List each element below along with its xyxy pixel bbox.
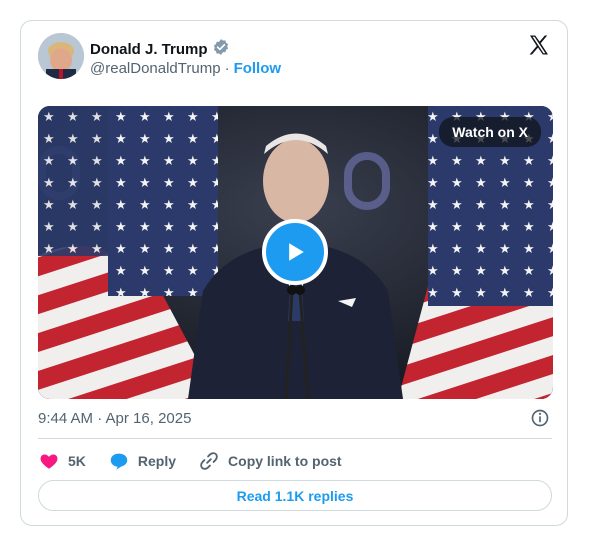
- like-button[interactable]: 5K: [38, 450, 86, 472]
- follow-button[interactable]: Follow: [234, 60, 282, 77]
- author-name[interactable]: Donald J. Trump: [90, 41, 208, 58]
- divider: [38, 438, 552, 439]
- separator-dot: ·: [224, 60, 230, 77]
- info-icon[interactable]: [530, 408, 550, 428]
- reply-icon: [110, 453, 128, 470]
- avatar[interactable]: [38, 33, 84, 79]
- copy-link-label: Copy link to post: [228, 453, 342, 469]
- x-logo-icon[interactable]: [527, 33, 551, 57]
- play-button[interactable]: [262, 219, 328, 285]
- play-icon: [289, 243, 304, 261]
- read-replies-button[interactable]: Read 1.1K replies: [38, 480, 552, 511]
- like-count: 5K: [68, 453, 86, 469]
- reply-button[interactable]: Reply: [108, 450, 176, 472]
- video-player[interactable]: ★: [38, 106, 553, 399]
- watch-on-x-button[interactable]: Watch on X: [439, 117, 541, 147]
- action-bar: 5K Reply Copy link to post: [38, 449, 364, 473]
- author-name-row: Donald J. Trump: [90, 38, 230, 61]
- verified-badge-icon: [212, 38, 230, 61]
- link-icon: [200, 452, 218, 470]
- author-handle[interactable]: @realDonaldTrump: [90, 60, 221, 77]
- reply-label: Reply: [137, 453, 177, 469]
- tweet-card[interactable]: Donald J. Trump @realDonaldTrump · Follo…: [20, 20, 568, 526]
- tweet-timestamp[interactable]: 9:44 AM · Apr 16, 2025: [38, 410, 191, 427]
- heart-icon: [40, 454, 58, 469]
- copy-link-button[interactable]: Copy link to post: [198, 450, 342, 472]
- author-handle-row: @realDonaldTrump · Follow: [90, 60, 281, 77]
